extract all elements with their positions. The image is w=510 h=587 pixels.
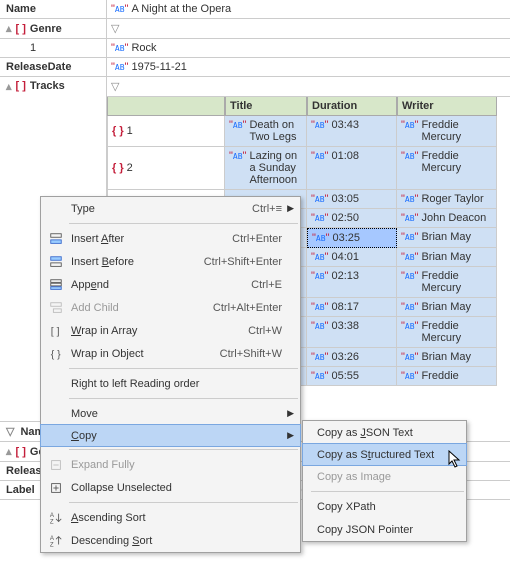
menu-move[interactable]: Move▶ xyxy=(41,402,300,425)
add-child-icon xyxy=(45,301,67,315)
submenu-copy-image: Copy as Image xyxy=(303,465,466,488)
track-index[interactable]: { } 1 xyxy=(107,116,225,147)
menu-insert-after[interactable]: Insert AfterCtrl+Enter xyxy=(41,227,300,250)
genre-index: 1 xyxy=(0,39,107,58)
insert-before-icon xyxy=(45,255,67,269)
th-title[interactable]: Title xyxy=(225,97,307,116)
track-writer[interactable]: "AB" Brian May xyxy=(397,248,497,267)
track-writer[interactable]: "AB" Brian May xyxy=(397,348,497,367)
track-writer[interactable]: "AB" Freddie Mercury xyxy=(397,147,497,190)
name-value[interactable]: "AB" A Night at the Opera xyxy=(107,0,510,19)
track-writer[interactable]: "AB" Freddie Mercury xyxy=(397,116,497,147)
context-menu: TypeCtrl+≡▶ Insert AfterCtrl+Enter Inser… xyxy=(40,196,301,553)
track-duration[interactable]: "AB" 03:25 xyxy=(307,228,397,248)
track-duration[interactable]: "AB" 02:50 xyxy=(307,209,397,228)
track-writer[interactable]: "AB" Freddie Mercury xyxy=(397,317,497,348)
expand-icon xyxy=(45,458,67,472)
submenu-copy-pointer[interactable]: Copy JSON Pointer xyxy=(303,518,466,541)
menu-sort-desc[interactable]: AZDescending Sort xyxy=(41,529,300,552)
submenu-copy-json[interactable]: Copy as JSON Text xyxy=(303,421,466,444)
release-value[interactable]: "AB" 1975-11-21 xyxy=(107,58,510,77)
wrap-array-icon: [ ] xyxy=(45,324,67,338)
track-writer[interactable]: "AB" Freddie xyxy=(397,367,497,386)
menu-copy[interactable]: Copy▶ xyxy=(40,424,301,447)
track-duration[interactable]: "AB" 03:26 xyxy=(307,348,397,367)
append-icon xyxy=(45,278,67,292)
track-duration[interactable]: "AB" 03:43 xyxy=(307,116,397,147)
track-writer[interactable]: "AB" Roger Taylor xyxy=(397,190,497,209)
track-duration[interactable]: "AB" 02:13 xyxy=(307,267,397,298)
track-title[interactable]: "AB" Death on Two Legs xyxy=(225,116,307,147)
track-title[interactable]: "AB" Lazing on a Sunday Afternoon xyxy=(225,147,307,190)
svg-text:Z: Z xyxy=(50,518,54,525)
tracks-filter[interactable]: ▽ xyxy=(107,77,510,97)
insert-after-icon xyxy=(45,232,67,246)
track-writer[interactable]: "AB" John Deacon xyxy=(397,209,497,228)
genre-value[interactable]: "AB" Rock xyxy=(107,39,510,58)
th-writer[interactable]: Writer xyxy=(397,97,497,116)
menu-type[interactable]: TypeCtrl+≡▶ xyxy=(41,197,300,220)
track-duration[interactable]: "AB" 01:08 xyxy=(307,147,397,190)
track-writer[interactable]: "AB" Brian May xyxy=(397,298,497,317)
track-index[interactable]: { } 2 xyxy=(107,147,225,190)
name-label: Name xyxy=(0,0,107,19)
wrap-object-icon: { } xyxy=(45,347,67,361)
menu-wrap-object[interactable]: { }Wrap in ObjectCtrl+Shift+W xyxy=(41,342,300,365)
track-duration[interactable]: "AB" 05:55 xyxy=(307,367,397,386)
genre-label: ▴[ ] Genre xyxy=(0,19,107,39)
menu-wrap-array[interactable]: [ ]Wrap in ArrayCtrl+W xyxy=(41,319,300,342)
th-index[interactable] xyxy=(107,97,225,116)
svg-text:[ ]: [ ] xyxy=(51,325,60,337)
submenu-copy-xpath[interactable]: Copy XPath xyxy=(303,495,466,518)
track-duration[interactable]: "AB" 03:38 xyxy=(307,317,397,348)
sort-asc-icon: AZ xyxy=(45,511,67,525)
menu-sort-asc[interactable]: AZAscending Sort xyxy=(41,506,300,529)
submenu-copy-structured[interactable]: Copy as Structured Text xyxy=(302,443,467,466)
th-duration[interactable]: Duration xyxy=(307,97,397,116)
track-duration[interactable]: "AB" 08:17 xyxy=(307,298,397,317)
release-label: ReleaseDate xyxy=(0,58,107,77)
menu-insert-before[interactable]: Insert BeforeCtrl+Shift+Enter xyxy=(41,250,300,273)
svg-text:Z: Z xyxy=(50,541,54,548)
menu-add-child: Add ChildCtrl+Alt+Enter xyxy=(41,296,300,319)
collapse-icon xyxy=(45,481,67,495)
menu-rtl[interactable]: Right to left Reading order xyxy=(41,372,300,395)
track-duration[interactable]: "AB" 03:05 xyxy=(307,190,397,209)
copy-submenu: Copy as JSON Text Copy as Structured Tex… xyxy=(302,420,467,542)
filter-icon: ▽ xyxy=(111,80,119,93)
sort-desc-icon: AZ xyxy=(45,534,67,548)
genre-filter[interactable]: ▽ xyxy=(107,19,510,39)
menu-collapse[interactable]: Collapse Unselected xyxy=(41,476,300,499)
track-writer[interactable]: "AB" Brian May xyxy=(397,228,497,248)
track-duration[interactable]: "AB" 04:01 xyxy=(307,248,397,267)
menu-expand: Expand Fully xyxy=(41,453,300,476)
menu-append[interactable]: AppendCtrl+E xyxy=(41,273,300,296)
svg-text:{ }: { } xyxy=(51,348,61,360)
filter-icon: ▽ xyxy=(111,22,119,35)
track-writer[interactable]: "AB" Freddie Mercury xyxy=(397,267,497,298)
